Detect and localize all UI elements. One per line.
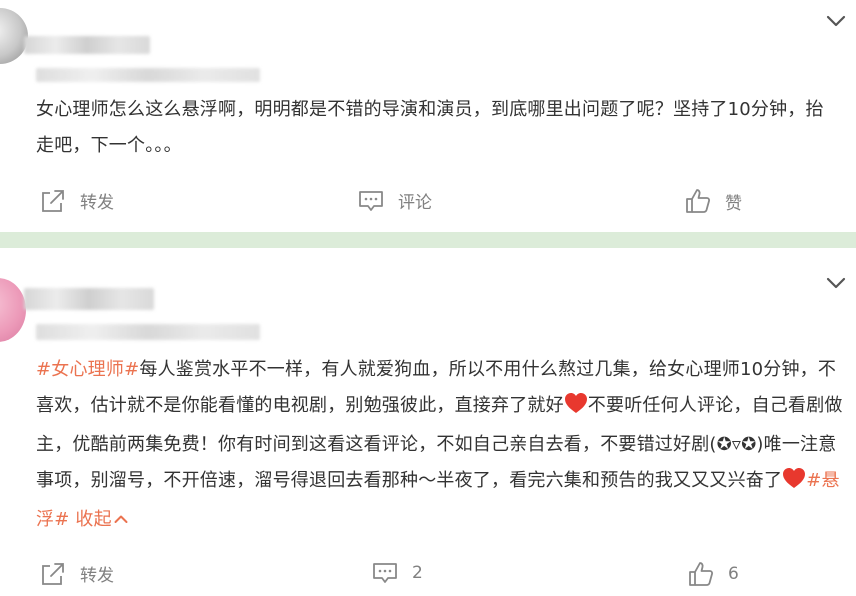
chevron-down-icon[interactable] <box>826 276 846 290</box>
like-button[interactable]: 6 <box>688 561 739 587</box>
comment-button[interactable]: 2 <box>372 561 423 585</box>
comment-icon <box>372 561 412 585</box>
username-blurred[interactable] <box>24 288 154 310</box>
collapse-link[interactable]: 收起 <box>75 509 128 530</box>
comment-count: 2 <box>412 563 423 583</box>
repost-button[interactable]: 转发 <box>40 561 114 586</box>
chevron-up-icon <box>112 509 128 530</box>
share-icon <box>40 562 80 586</box>
post-meta-blurred <box>36 324 260 340</box>
heart-icon <box>782 466 806 502</box>
thumbs-up-icon <box>688 561 728 587</box>
repost-label: 转发 <box>80 566 114 586</box>
like-count: 6 <box>728 564 739 584</box>
hashtag-link[interactable]: #女心理师# <box>36 359 139 380</box>
post-content: #女心理师#每人鉴赏水平不一样，有人就爱狗血，所以不用什么熬过几集，给女心理师1… <box>36 352 844 538</box>
heart-icon <box>564 391 588 427</box>
collapse-label: 收起 <box>75 509 112 530</box>
